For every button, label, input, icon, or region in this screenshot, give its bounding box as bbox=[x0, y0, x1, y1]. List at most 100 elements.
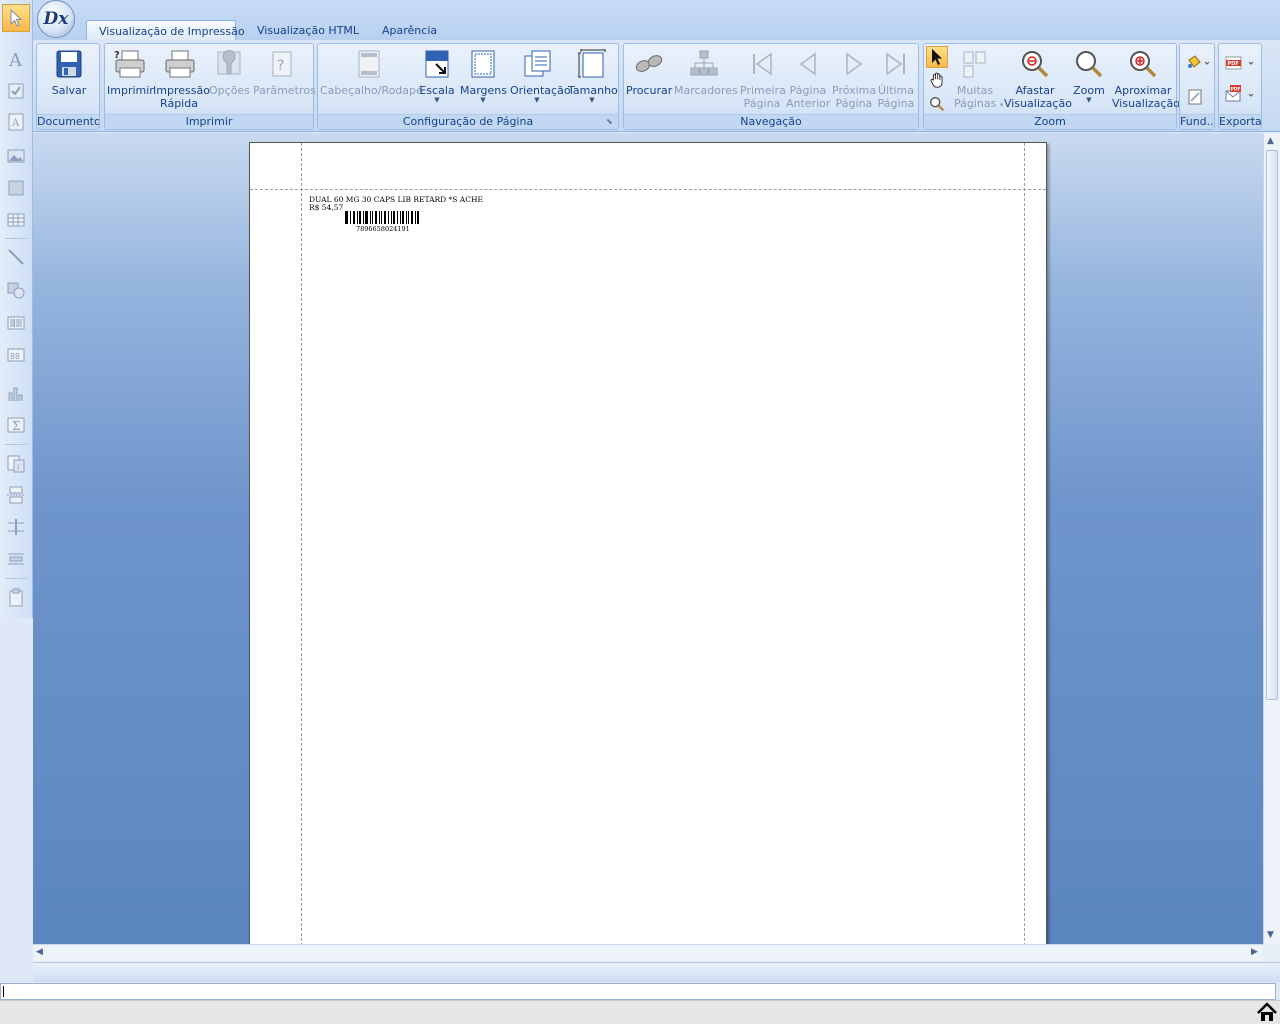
previous-page-icon bbox=[799, 52, 816, 76]
tab-print-preview[interactable]: Visualização de Impressão bbox=[86, 20, 245, 41]
multiple-pages-icon bbox=[963, 51, 986, 78]
svg-text:PDF: PDF bbox=[1231, 87, 1241, 93]
paint-bucket-icon bbox=[1188, 55, 1210, 68]
pagebreak-tool-icon[interactable] bbox=[3, 482, 29, 508]
print-button[interactable]: ? Imprimir bbox=[107, 48, 154, 97]
app-logo-text: Dx bbox=[43, 9, 69, 29]
barcode-tool-icon[interactable] bbox=[3, 310, 29, 336]
printer-icon bbox=[165, 50, 195, 78]
scroll-down-icon[interactable]: ▼ bbox=[1267, 930, 1274, 940]
last-page-button[interactable]: Última Página bbox=[876, 48, 916, 110]
first-page-button[interactable]: Primeira Página bbox=[740, 48, 786, 110]
group-imprimir: ? Imprimir Impressão Rápida Opções ? Par… bbox=[104, 43, 316, 130]
zoom-button[interactable]: Zoom ▼ bbox=[1070, 48, 1108, 104]
pointer-mode-icon[interactable] bbox=[926, 46, 948, 68]
group-navegacao: Procurar Marcadores Primeira Página Pági… bbox=[623, 43, 919, 130]
left-margin-guide bbox=[301, 143, 302, 944]
save-button[interactable]: Salvar bbox=[50, 48, 88, 97]
magnifier-tool-icon[interactable] bbox=[928, 95, 946, 113]
home-icon[interactable] bbox=[1256, 1001, 1278, 1023]
application-button[interactable]: Dx bbox=[37, 0, 75, 38]
parameters-button[interactable]: ? Parâmetros bbox=[253, 48, 316, 97]
watermark-icon bbox=[1188, 89, 1202, 105]
panel-tool-icon[interactable] bbox=[3, 175, 29, 201]
binoculars-icon bbox=[635, 55, 663, 72]
crossband-line-tool-icon[interactable] bbox=[3, 514, 29, 540]
line-tool-icon[interactable] bbox=[3, 244, 29, 270]
group-exportar: PDF PDF Exportar bbox=[1218, 43, 1262, 130]
status-strip bbox=[33, 962, 1280, 982]
group-label-imprimir: Imprimir bbox=[105, 114, 313, 129]
zoom-out-button[interactable]: Afastar Visualização bbox=[1004, 48, 1072, 110]
margins-button[interactable]: Margens ▼ bbox=[460, 48, 507, 104]
sum-tool-icon[interactable]: Σ bbox=[3, 412, 29, 438]
send-pdf-button[interactable]: PDF bbox=[1225, 84, 1257, 104]
chart-tool-icon[interactable] bbox=[3, 381, 29, 407]
header-footer-button[interactable]: Cabeçalho/Rodapé bbox=[320, 48, 423, 97]
label-tool-icon[interactable]: A bbox=[3, 46, 29, 72]
watermark-button[interactable] bbox=[1186, 88, 1204, 106]
last-page-icon bbox=[886, 52, 905, 76]
options-icon bbox=[217, 50, 241, 75]
scroll-right-icon[interactable]: ▶ bbox=[1251, 947, 1258, 957]
right-margin-guide bbox=[1024, 143, 1025, 944]
first-page-icon bbox=[753, 52, 772, 76]
scroll-left-icon[interactable]: ◀ bbox=[36, 947, 43, 957]
richtext-tool-icon[interactable]: A bbox=[3, 109, 29, 135]
find-button[interactable]: Procurar bbox=[626, 48, 672, 97]
previous-page-button[interactable]: Página Anterior bbox=[786, 48, 830, 110]
barcode-number: 7896658024191 bbox=[356, 225, 410, 233]
pdf-export-icon: PDF bbox=[1225, 56, 1254, 70]
vertical-scroll-thumb[interactable] bbox=[1266, 150, 1278, 700]
subreport-tool-icon[interactable] bbox=[3, 585, 29, 611]
group-documento: Salvar Documento bbox=[36, 43, 100, 130]
group-zoom: Muitas Páginas ▾ Afastar Visualização Zo… bbox=[923, 43, 1180, 130]
next-page-button[interactable]: Próxima Página bbox=[832, 48, 876, 110]
pageinfo-tool-icon[interactable]: i bbox=[3, 451, 29, 477]
svg-text:i: i bbox=[17, 463, 19, 472]
checkbox-tool-icon[interactable] bbox=[3, 78, 29, 104]
save-icon bbox=[56, 50, 82, 78]
export-pdf-button[interactable]: PDF bbox=[1225, 54, 1257, 72]
tab-appearance[interactable]: Aparência bbox=[370, 20, 449, 41]
multiple-pages-button[interactable]: Muitas Páginas ▾ bbox=[954, 48, 1003, 112]
zoom-icon bbox=[1076, 51, 1103, 78]
margins-icon bbox=[471, 50, 495, 78]
page-color-button[interactable] bbox=[1185, 54, 1211, 72]
scale-button[interactable]: Escala ▼ bbox=[418, 48, 456, 104]
parameters-icon: ? bbox=[272, 51, 292, 77]
orientation-button[interactable]: Orientação ▼ bbox=[510, 48, 571, 104]
top-margin-guide bbox=[250, 189, 1046, 190]
orientation-icon bbox=[524, 50, 551, 77]
scroll-up-icon[interactable]: ▲ bbox=[1267, 136, 1274, 146]
command-input[interactable] bbox=[0, 983, 1276, 1000]
zoom-in-button[interactable]: Aproximar Visualização bbox=[1112, 48, 1180, 110]
options-button[interactable]: Opções bbox=[209, 48, 250, 97]
tab-html-view[interactable]: Visualização HTML bbox=[245, 20, 371, 41]
page-size-button[interactable]: Tamanho ▼ bbox=[568, 48, 618, 104]
svg-text:?: ? bbox=[114, 50, 120, 61]
vertical-scrollbar[interactable]: ▲ ▼ bbox=[1263, 133, 1280, 944]
group-label-navegacao: Navegação bbox=[624, 114, 918, 129]
quick-print-button[interactable]: Impressão Rápida bbox=[153, 48, 210, 110]
scale-icon bbox=[425, 50, 449, 78]
preview-workspace[interactable]: DUAL 60 MG 30 CAPS LIB RETARD *S ACHE R$… bbox=[33, 133, 1263, 944]
zipcode-tool-icon[interactable]: 88 bbox=[3, 342, 29, 368]
report-page: DUAL 60 MG 30 CAPS LIB RETARD *S ACHE R$… bbox=[249, 142, 1047, 944]
horizontal-scrollbar[interactable]: ◀ ▶ bbox=[33, 944, 1263, 961]
picture-tool-icon[interactable] bbox=[3, 143, 29, 169]
crossband-box-tool-icon[interactable] bbox=[3, 546, 29, 572]
hand-tool-icon[interactable] bbox=[928, 71, 946, 89]
taskbar bbox=[0, 1000, 1280, 1024]
bookmarks-button[interactable]: Marcadores bbox=[674, 48, 738, 97]
svg-text:A: A bbox=[11, 118, 20, 129]
pointer-tool-icon[interactable] bbox=[2, 4, 30, 32]
header-footer-icon bbox=[358, 50, 380, 78]
group-label-exportar: Exportar bbox=[1219, 114, 1261, 129]
table-tool-icon[interactable] bbox=[3, 207, 29, 233]
page-setup-launcher-icon[interactable]: ⬊ bbox=[606, 118, 615, 127]
shape-tool-icon[interactable] bbox=[3, 277, 29, 303]
email-pdf-icon: PDF bbox=[1225, 85, 1254, 102]
group-label-fundo: Fund... bbox=[1180, 114, 1214, 129]
product-barcode bbox=[345, 211, 419, 224]
